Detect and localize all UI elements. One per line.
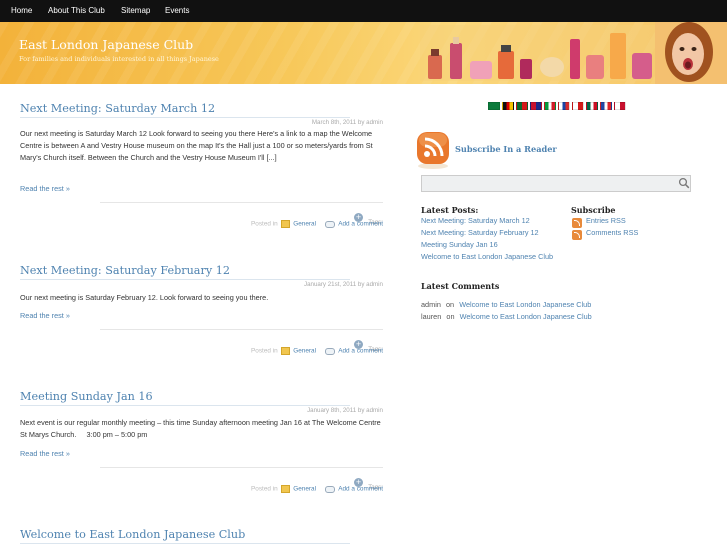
comments-rss-link[interactable]: Comments RSS bbox=[586, 228, 638, 238]
flag-icon[interactable] bbox=[488, 102, 500, 110]
rss-feed-icon[interactable] bbox=[415, 130, 451, 170]
flag-icon[interactable] bbox=[530, 102, 542, 110]
add-comment-link[interactable]: Add a comment bbox=[338, 221, 383, 228]
posted-in-label: Posted in bbox=[251, 347, 278, 355]
post: Meeting Sunday Jan 16 January 8th, 2011 … bbox=[20, 390, 383, 500]
subscribe-reader-link[interactable]: Subscribe In a Reader bbox=[455, 144, 557, 154]
post-excerpt: Our next meeting is Saturday March 12 Lo… bbox=[20, 129, 373, 162]
category-link[interactable]: General bbox=[293, 486, 316, 493]
entries-rss-link[interactable]: Entries RSS bbox=[586, 216, 626, 226]
comment-entry: lauren on Welcome to East London Japanes… bbox=[421, 304, 592, 323]
folder-icon bbox=[281, 485, 291, 493]
post-meta: Posted in General Add a comment bbox=[251, 220, 383, 228]
post-date: January 8th, 2011 by admin bbox=[307, 407, 383, 414]
cosmetics-illustration bbox=[420, 25, 665, 81]
flag-icon[interactable] bbox=[586, 102, 598, 110]
top-navigation: Home About This Club Sitemap Events bbox=[0, 0, 727, 22]
post-date-value: March 8th, 2011 bbox=[311, 119, 357, 126]
post-title[interactable]: Next Meeting: Saturday March 12 bbox=[20, 102, 383, 115]
category-link[interactable]: General bbox=[293, 221, 316, 228]
post-meta: Posted in General Add a comment bbox=[251, 347, 383, 355]
folder-icon bbox=[281, 347, 291, 355]
flag-icon[interactable] bbox=[614, 102, 626, 110]
latest-comments-heading: Latest Comments bbox=[421, 281, 500, 291]
comment-icon bbox=[324, 347, 335, 355]
rss-icon bbox=[572, 230, 582, 240]
read-more-link[interactable]: Read the rest » bbox=[20, 311, 70, 320]
post-title[interactable]: Next Meeting: Saturday February 12 bbox=[20, 264, 383, 277]
read-more-link[interactable]: Read the rest » bbox=[20, 449, 70, 458]
post-author: by admin bbox=[357, 407, 383, 414]
title-divider bbox=[20, 405, 350, 406]
add-comment-link[interactable]: Add a comment bbox=[338, 348, 383, 355]
comment-on: on bbox=[446, 312, 455, 321]
post: Next Meeting: Saturday February 12 Janua… bbox=[20, 264, 383, 364]
latest-post-link[interactable]: Next Meeting: Saturday March 12 bbox=[421, 216, 530, 226]
post-date: March 8th, 2011 by admin bbox=[312, 119, 383, 126]
post-meta: Posted in General Add a comment bbox=[251, 485, 383, 493]
posted-in-label: Posted in bbox=[251, 220, 278, 228]
post-date: January 21st, 2011 by admin bbox=[304, 281, 383, 288]
nav-events[interactable]: Events bbox=[165, 6, 189, 15]
post-date-value: January 21st, 2011 bbox=[303, 281, 357, 288]
post-divider bbox=[100, 329, 383, 330]
site-title[interactable]: East London Japanese Club bbox=[19, 37, 193, 52]
title-divider bbox=[20, 543, 350, 544]
flag-icon[interactable] bbox=[502, 102, 514, 110]
folder-icon bbox=[281, 220, 291, 228]
category-link[interactable]: General bbox=[293, 348, 316, 355]
search-icon[interactable] bbox=[678, 177, 690, 189]
post-author: by admin bbox=[357, 281, 383, 288]
post-excerpt: Next event is our regular monthly meetin… bbox=[20, 418, 383, 439]
title-divider bbox=[20, 279, 350, 280]
post: Next Meeting: Saturday March 12 March 8t… bbox=[20, 102, 383, 232]
latest-post-link[interactable]: Meeting Sunday Jan 16 bbox=[421, 240, 498, 250]
flag-icon[interactable] bbox=[544, 102, 556, 110]
language-flags bbox=[488, 102, 628, 112]
post-divider bbox=[100, 202, 383, 203]
comment-icon bbox=[324, 485, 335, 493]
rss-icon bbox=[572, 218, 582, 228]
read-more-link[interactable]: Read the rest » bbox=[20, 184, 70, 193]
flag-icon[interactable] bbox=[600, 102, 612, 110]
search-input[interactable] bbox=[421, 175, 691, 192]
post-title[interactable]: Welcome to East London Japanese Club bbox=[20, 528, 383, 541]
post-date-value: January 8th, 2011 bbox=[307, 407, 357, 414]
title-divider bbox=[20, 117, 350, 118]
flag-icon[interactable] bbox=[516, 102, 528, 110]
post-title[interactable]: Meeting Sunday Jan 16 bbox=[20, 390, 383, 403]
woman-photo bbox=[655, 22, 727, 84]
flag-icon[interactable] bbox=[572, 102, 584, 110]
subscribe-heading: Subscribe bbox=[571, 205, 616, 215]
latest-post-link[interactable]: Next Meeting: Saturday February 12 bbox=[421, 228, 539, 238]
latest-posts-heading: Latest Posts: bbox=[421, 205, 479, 215]
post-author: by admin bbox=[357, 119, 383, 126]
site-tagline: For families and individuals interested … bbox=[19, 55, 219, 63]
add-comment-link[interactable]: Add a comment bbox=[338, 486, 383, 493]
comment-author: lauren bbox=[421, 312, 442, 321]
posted-in-label: Posted in bbox=[251, 485, 278, 493]
post-divider bbox=[100, 467, 383, 468]
nav-about[interactable]: About This Club bbox=[48, 6, 105, 15]
header-banner: East London Japanese Club For families a… bbox=[0, 22, 727, 84]
post-excerpt: Our next meeting is Saturday February 12… bbox=[20, 293, 269, 302]
post: Welcome to East London Japanese Club bbox=[20, 528, 383, 545]
latest-post-link[interactable]: Welcome to East London Japanese Club bbox=[421, 252, 561, 262]
comment-post-link[interactable]: Welcome to East London Japanese Club bbox=[460, 312, 592, 321]
flag-icon[interactable] bbox=[558, 102, 570, 110]
nav-home[interactable]: Home bbox=[11, 6, 32, 15]
comment-icon bbox=[324, 220, 335, 228]
nav-sitemap[interactable]: Sitemap bbox=[121, 6, 150, 15]
